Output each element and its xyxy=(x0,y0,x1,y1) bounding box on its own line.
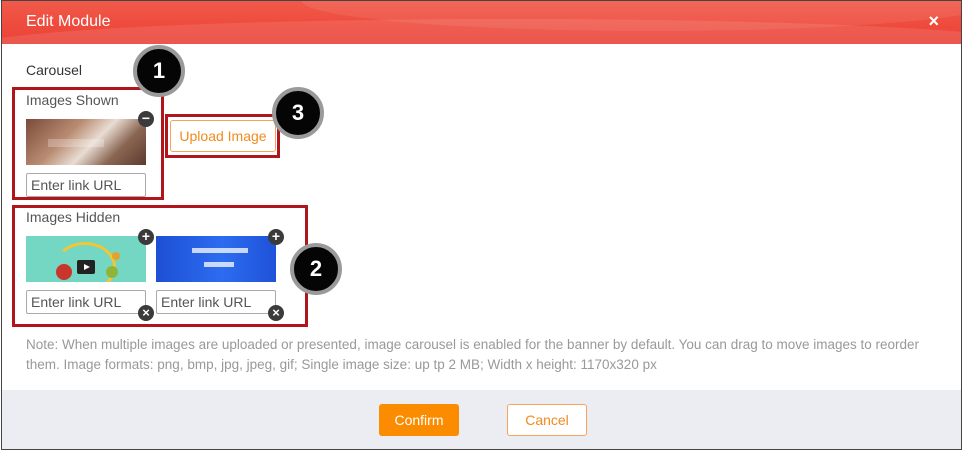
callout-badge-2: 2 xyxy=(290,243,342,295)
cancel-button[interactable]: Cancel xyxy=(507,404,587,436)
format-note: Note: When multiple images are uploaded … xyxy=(26,337,920,372)
callout-box-images-hidden xyxy=(12,205,308,327)
confirm-button[interactable]: Confirm xyxy=(379,404,459,436)
callout-box-images-shown xyxy=(12,87,164,200)
edit-module-dialog: Edit Module × Carousel Images Shown − Up… xyxy=(1,0,962,450)
callout-badge-3: 3 xyxy=(272,87,324,139)
close-icon[interactable]: × xyxy=(928,11,939,32)
dialog-title: Edit Module xyxy=(26,13,111,30)
callout-box-upload xyxy=(165,114,280,158)
carousel-label: Carousel xyxy=(26,62,83,78)
callout-badge-1: 1 xyxy=(133,45,185,97)
dialog-footer: Confirm Cancel xyxy=(2,390,961,449)
dialog-header: Edit Module × xyxy=(2,1,961,44)
